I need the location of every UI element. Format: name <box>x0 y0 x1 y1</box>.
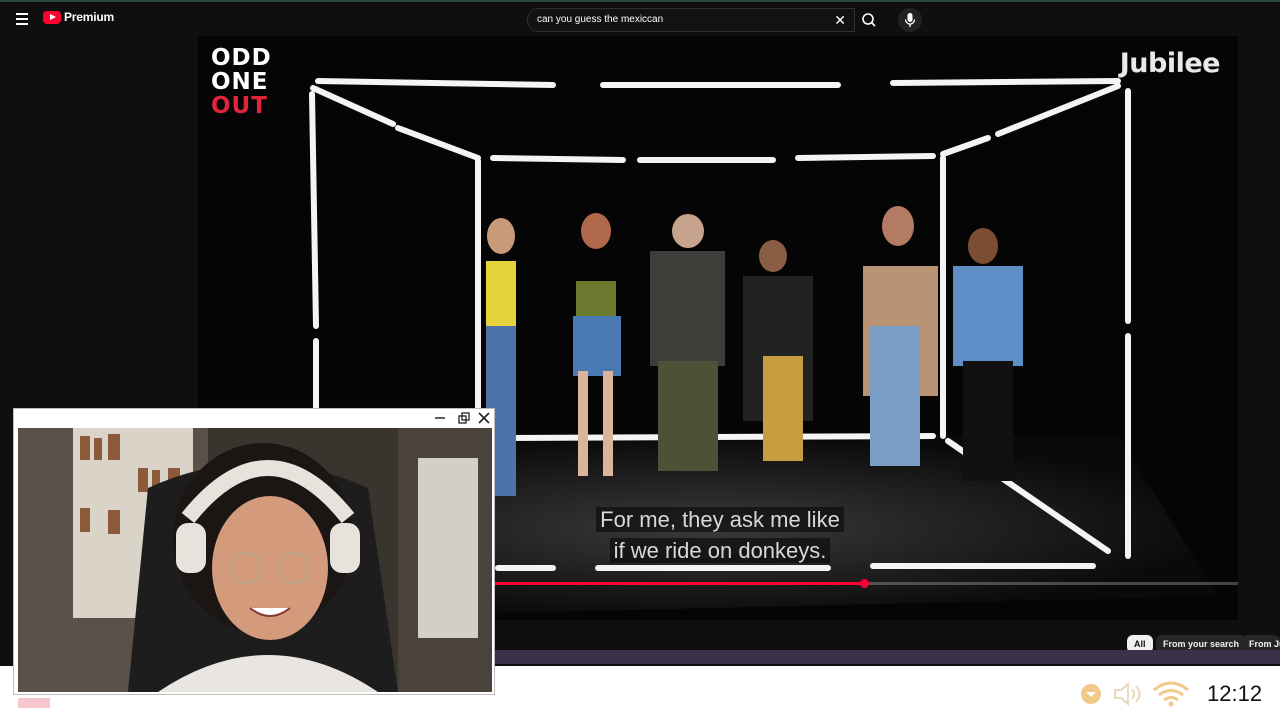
search-icon <box>862 13 876 27</box>
masthead: Premium ✕ <box>0 0 1280 36</box>
webcam-feed <box>18 428 492 692</box>
caption-line: if we ride on donkeys. <box>609 538 831 563</box>
taskbar-item[interactable] <box>18 698 50 708</box>
webcam-window[interactable] <box>13 408 495 695</box>
restore-icon[interactable] <box>456 410 472 426</box>
desktop-background <box>490 650 1280 664</box>
logo-line-out: OUT <box>211 93 268 119</box>
logo-line-one: ONE <box>211 69 269 95</box>
microphone-icon <box>904 13 916 27</box>
logo-label: Premium <box>64 10 114 24</box>
jubilee-watermark: Jubilee <box>1119 48 1221 79</box>
tray-expand-icon[interactable] <box>1081 684 1101 704</box>
caption-line: For me, they ask me like <box>596 507 844 532</box>
menu-icon[interactable] <box>12 10 32 28</box>
youtube-play-icon <box>43 10 61 24</box>
minimize-icon[interactable] <box>432 410 448 426</box>
taskbar-clock[interactable]: 12:12 <box>1207 681 1262 707</box>
odd-one-out-logo: ODD ONE OUT <box>211 46 272 118</box>
close-icon[interactable] <box>476 410 492 426</box>
webcam-image <box>18 428 492 692</box>
wifi-icon[interactable] <box>1150 678 1192 708</box>
webcam-titlebar[interactable] <box>14 409 494 427</box>
scrubber-handle[interactable] <box>859 579 869 588</box>
page-background <box>1238 36 1280 620</box>
youtube-logo[interactable]: Premium <box>43 10 114 24</box>
voice-search-button[interactable] <box>898 8 922 32</box>
volume-icon[interactable] <box>1112 680 1146 708</box>
logo-line-odd: ODD <box>211 45 272 71</box>
search-box[interactable]: ✕ <box>527 8 855 32</box>
search-input[interactable] <box>537 14 827 25</box>
clear-search-icon[interactable]: ✕ <box>834 13 846 27</box>
video-caption: For me, they ask me like if we ride on d… <box>570 504 870 566</box>
search-button[interactable] <box>855 8 883 32</box>
